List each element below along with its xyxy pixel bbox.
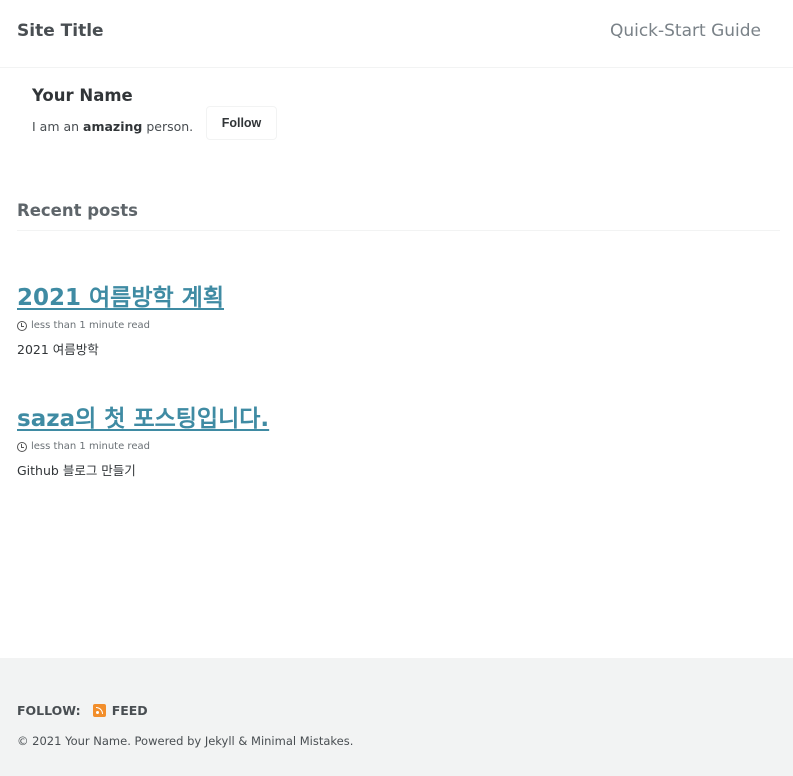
bio-emphasis: amazing	[83, 119, 143, 134]
author-profile: Your Name I am an amazing person.	[32, 86, 193, 134]
post-excerpt: 2021 여름방학	[17, 342, 99, 357]
footer-follow: FOLLOW: FEED	[17, 703, 148, 718]
clock-icon	[17, 441, 27, 452]
read-time: less than 1 minute read	[31, 320, 150, 331]
read-time: less than 1 minute read	[31, 441, 150, 452]
author-name: Your Name	[32, 86, 133, 105]
post-meta: less than 1 minute read	[17, 441, 269, 452]
nav-quick-start-guide[interactable]: Quick-Start Guide	[610, 21, 761, 41]
site-title-link[interactable]: Site Title	[17, 21, 104, 41]
page-footer: FOLLOW: FEED © 2021 Your Name. Powered b…	[0, 658, 793, 776]
copyright-text: © 2021 Your Name. Powered by Jekyll & Mi…	[17, 734, 354, 748]
footer-follow-label: FOLLOW:	[17, 703, 81, 718]
clock-icon	[17, 320, 27, 331]
rss-icon	[92, 704, 106, 717]
post-meta: less than 1 minute read	[17, 320, 224, 331]
author-bio: I am an amazing person.	[32, 119, 193, 134]
post-title-link[interactable]: 2021 여름방학 계획	[17, 285, 224, 311]
post-item: saza의 첫 포스팅입니다. less than 1 minute read …	[17, 399, 269, 479]
recent-posts-heading: Recent posts	[17, 201, 780, 231]
bio-suffix: person.	[142, 119, 194, 134]
post-excerpt: Github 블로그 만들기	[17, 463, 136, 478]
feed-label: FEED	[111, 703, 148, 718]
bio-prefix: I am an	[32, 119, 84, 134]
follow-button[interactable]: Follow	[206, 106, 277, 140]
post-title-link[interactable]: saza의 첫 포스팅입니다.	[17, 406, 269, 432]
feed-link[interactable]: FEED	[92, 703, 148, 718]
masthead: Site Title Quick-Start Guide	[0, 0, 793, 68]
post-item: 2021 여름방학 계획 less than 1 minute read 202…	[17, 278, 224, 358]
